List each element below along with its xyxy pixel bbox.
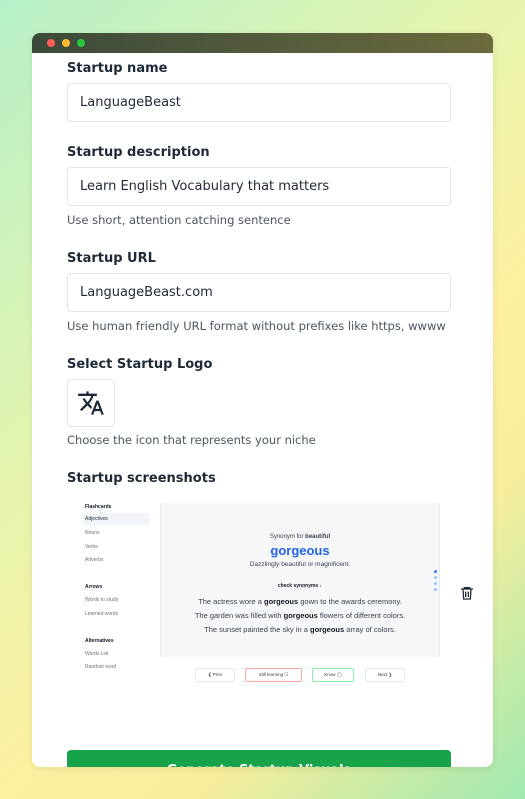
preview-sidebar-item: Words to study bbox=[85, 597, 119, 603]
preview-example: The garden was filled with gorgeous flow… bbox=[194, 611, 406, 620]
app-window: Startup name LanguageBeast Startup descr… bbox=[32, 33, 493, 767]
startup-description-hint: Use short, attention catching sentence bbox=[67, 213, 291, 227]
preview-sidebar: Flashcards Adjectives Nouns Verbs Adverb… bbox=[83, 503, 149, 673]
startup-url-label: Startup URL bbox=[67, 251, 156, 266]
preview-meaning: Dazzlingly beautiful or magnificent. bbox=[249, 561, 351, 568]
preview-sidebar-item: Random word bbox=[85, 664, 117, 670]
startup-logo-hint: Choose the icon that represents your nic… bbox=[67, 433, 316, 447]
preview-sidebar-item: Verbs bbox=[85, 544, 98, 550]
generate-startup-visuals-button[interactable]: Generate Startup Visuals bbox=[67, 750, 451, 767]
startup-name-input[interactable]: LanguageBeast bbox=[67, 83, 451, 122]
startup-description-label: Startup description bbox=[67, 145, 210, 160]
logo-picker-button[interactable] bbox=[67, 379, 115, 427]
preview-sidebar-item: Adverbs bbox=[85, 557, 104, 563]
startup-name-label: Startup name bbox=[67, 61, 168, 76]
maximize-window-button[interactable] bbox=[77, 39, 85, 47]
minimize-window-button[interactable] bbox=[62, 39, 70, 47]
preview-sidebar-item: Words List bbox=[85, 651, 109, 657]
preview-sidebar-item: Adjectives bbox=[83, 513, 149, 525]
preview-synonym-line: Synonym for beautiful bbox=[161, 534, 439, 540]
preview-sidebar-heading: Flashcards bbox=[85, 504, 112, 510]
preview-next-button: Next ❯ bbox=[365, 668, 405, 682]
startup-url-input[interactable]: LanguageBeast.com bbox=[67, 273, 451, 312]
preview-word: gorgeous bbox=[270, 543, 330, 558]
startup-url-hint: Use human friendly URL format without pr… bbox=[67, 319, 446, 333]
preview-know-button: Know ◯ bbox=[312, 668, 354, 682]
preview-example: The actress wore a gorgeous gown to the … bbox=[198, 597, 402, 606]
preview-check-synonyms: check synonyms ↓ bbox=[277, 583, 323, 589]
trash-icon bbox=[461, 587, 473, 600]
preview-sidebar-item: Nouns bbox=[85, 530, 100, 536]
preview-still-learning-button: Still learning ☐ bbox=[245, 668, 302, 682]
preview-synonym-prefix: Synonym for bbox=[269, 534, 306, 540]
preview-sidebar-item: Learned words bbox=[85, 611, 119, 617]
startup-description-input[interactable]: Learn English Vocabulary that matters bbox=[67, 167, 451, 206]
preview-sidebar-heading: Arrows bbox=[85, 584, 103, 590]
preview-scroll-dots bbox=[434, 570, 437, 594]
translate-icon bbox=[78, 391, 104, 415]
preview-sidebar-heading: Alternatives bbox=[85, 638, 114, 644]
preview-synonym-word: beautiful bbox=[305, 534, 331, 540]
startup-screenshots-label: Startup screenshots bbox=[67, 471, 216, 486]
preview-prev-button: ❮ Prev bbox=[195, 668, 235, 682]
startup-logo-label: Select Startup Logo bbox=[67, 357, 213, 372]
preview-example: The sunset painted the sky in a gorgeous… bbox=[204, 625, 396, 634]
close-window-button[interactable] bbox=[47, 39, 55, 47]
screenshot-preview: Flashcards Adjectives Nouns Verbs Adverb… bbox=[67, 503, 440, 689]
preview-flashcard: Synonym for beautiful gorgeous Dazzlingl… bbox=[160, 503, 440, 657]
delete-screenshot-button[interactable] bbox=[459, 585, 475, 605]
window-titlebar bbox=[32, 33, 493, 53]
